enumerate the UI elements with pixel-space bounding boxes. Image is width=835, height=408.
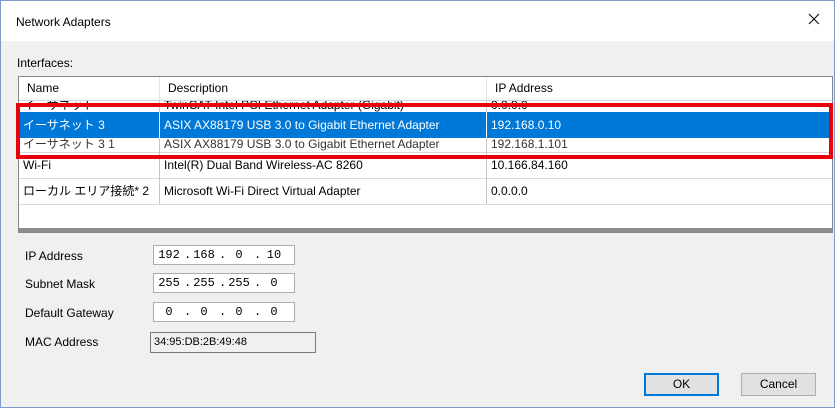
default-gateway-label: Default Gateway [25,306,114,320]
column-header-description[interactable]: Description [160,77,487,100]
close-button[interactable] [794,1,834,37]
default-gateway-field[interactable]: 0. 0. 0. 0 [153,302,295,322]
column-header-name[interactable]: Name [19,77,160,100]
list-item[interactable]: ローカル エリア接続* 2 Microsoft Wi-Fi Direct Vir… [19,178,832,205]
list-item-selected[interactable]: イーサネット 3 ASIX AX88179 USB 3.0 to Gigabit… [19,112,832,138]
column-header-ip[interactable]: IP Address [487,77,832,100]
list-item[interactable]: Wi-Fi Intel(R) Dual Band Wireless-AC 826… [19,152,832,179]
window-title: Network Adapters [16,15,111,29]
ip-address-label: IP Address [25,249,83,263]
ip-address-field[interactable]: 192. 168. 0. 10 [153,245,295,265]
subnet-mask-label: Subnet Mask [25,277,96,291]
interfaces-label: Interfaces: [17,56,74,70]
close-icon [808,13,820,25]
cancel-button[interactable]: Cancel [741,373,816,396]
mac-address-field[interactable]: 34:95:DB:2B:49:48 [150,332,316,353]
title-bar: Network Adapters [1,1,834,41]
subnet-mask-field[interactable]: 255. 255. 255. 0 [153,273,295,293]
interfaces-list[interactable]: Name Description IP Address イーサネット TwinC… [18,76,833,233]
ok-button[interactable]: OK [644,373,719,396]
mac-address-label: MAC Address [25,335,99,349]
network-adapters-dialog: Network Adapters Interfaces: Name Descri… [0,0,835,408]
list-header: Name Description IP Address [19,77,832,101]
list-item[interactable]: イーサネット 3 1 ASIX AX88179 USB 3.0 to Gigab… [19,138,832,153]
